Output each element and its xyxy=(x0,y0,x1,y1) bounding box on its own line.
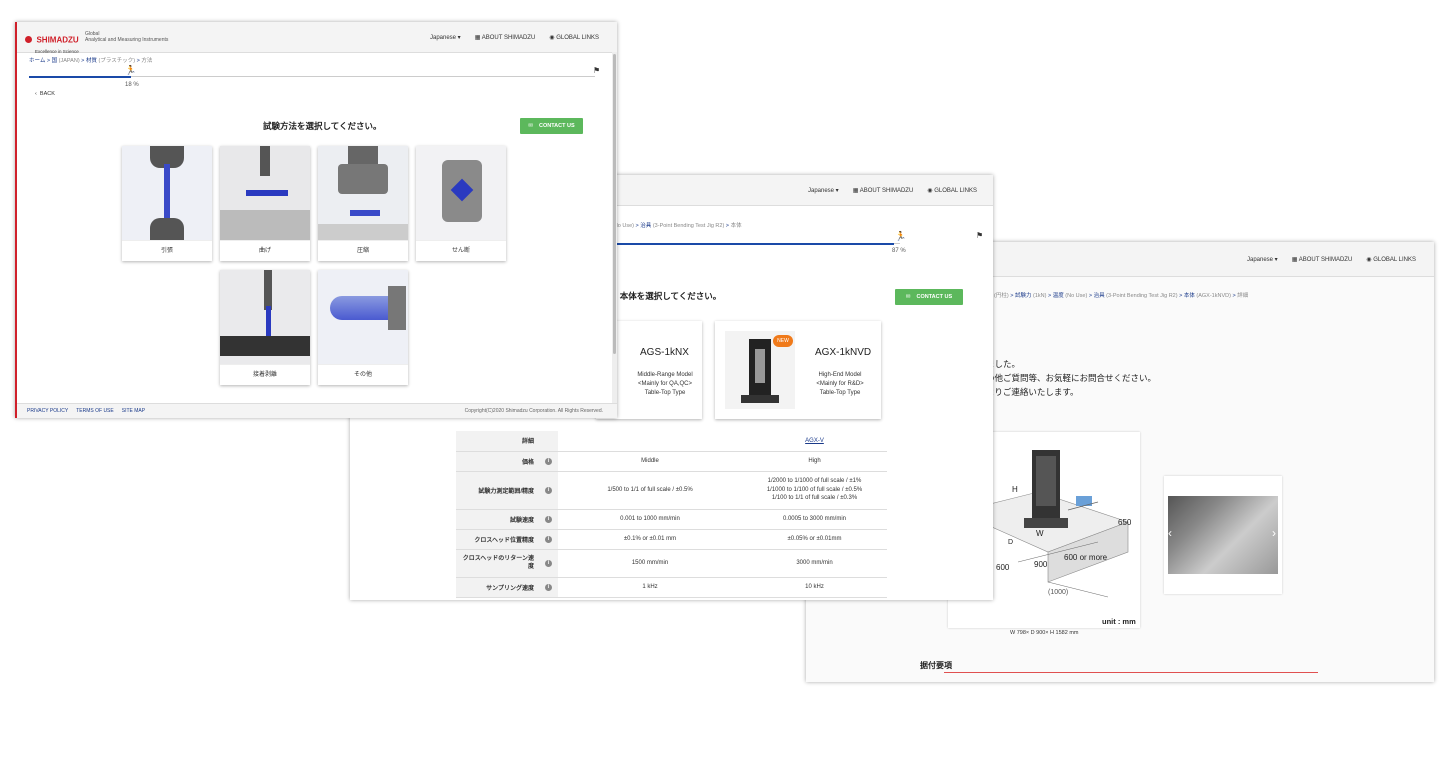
back-button[interactable]: ‹ BACK xyxy=(35,91,55,97)
language-select[interactable]: Japanese ▾ xyxy=(430,34,461,41)
method-card-bending[interactable]: 曲げ xyxy=(220,146,310,261)
compression-photo xyxy=(318,146,408,241)
info-icon[interactable]: i xyxy=(545,535,552,543)
bending-photo xyxy=(220,146,310,241)
peel-photo xyxy=(220,270,310,365)
table-row: 詳細 AGX-V xyxy=(456,431,887,452)
mail-icon: ✉ xyxy=(905,294,911,300)
method-card-tension[interactable]: 引張 xyxy=(122,146,212,261)
dim-600: 600 xyxy=(996,563,1010,572)
about-link[interactable]: ▦ ABOUT SHIMADZU xyxy=(475,34,536,41)
question-title: 試験方法を選択してください。 xyxy=(263,121,382,131)
model-desc: High-End Model <Mainly for R&D> Table-Top … xyxy=(816,372,864,396)
new-badge: NEW xyxy=(773,335,793,347)
footer: PRIVACY POLICY TERMS OF USE SITE MAP Cop… xyxy=(17,403,617,418)
other-photo xyxy=(318,270,408,365)
privacy-link[interactable]: PRIVACY POLICY xyxy=(27,408,68,414)
grid-icon: ▦ xyxy=(1291,257,1298,263)
section-title: 据付要項 xyxy=(920,661,952,670)
dim-d: D xyxy=(1008,539,1013,546)
chevron-left-icon: ‹ xyxy=(35,91,37,97)
table-row: 試験速度 i 0.001 to 1000 mm/min 0.0005 to 3000 … xyxy=(456,509,887,530)
tension-photo xyxy=(122,146,212,241)
info-icon[interactable]: i xyxy=(545,583,552,591)
spec-table: 詳細 AGX-V 価格 i Middle High 試験力測定範囲/精度 i 1/500 t… xyxy=(456,431,887,598)
copyright: Copyright(C)2020 Shimadzu Corporation. A… xyxy=(464,408,603,414)
breadcrumb: (円柱) > 試験力 (1kN) > 温度 (No Use) > 治具 (3-P… xyxy=(994,293,1249,299)
global-links[interactable]: ◉ GLOBAL LINKS xyxy=(1366,256,1416,263)
method-card-shear[interactable]: せん断 xyxy=(416,146,506,261)
language-select[interactable]: Japanese ▾ xyxy=(808,187,839,194)
model-name: AGX-1kNVD xyxy=(815,347,872,358)
model-card-agx[interactable]: NEW AGX-1kNVD High-End Model <Mainly for … xyxy=(715,321,881,419)
table-row: 価格 i Middle High xyxy=(456,451,887,472)
header: SHIMADZU Excellence in Science Global Ana… xyxy=(17,22,617,54)
globe-icon: ◉ xyxy=(549,35,555,41)
about-link[interactable]: ▦ ABOUT SHIMADZU xyxy=(853,187,914,194)
global-links[interactable]: ◉ GLOBAL LINKS xyxy=(927,187,977,194)
dim-650: 650 xyxy=(1118,518,1132,527)
chevron-left-icon[interactable]: ‹ xyxy=(1168,526,1172,540)
method-card-peel[interactable]: 接着剥離 xyxy=(220,270,310,385)
logo-mark-icon xyxy=(25,36,32,44)
shear-photo xyxy=(416,146,506,241)
table-row: 試験力測定範囲/精度 i 1/500 to 1/1 of full scale / … xyxy=(456,471,887,510)
progress-bar xyxy=(610,243,900,245)
site-name: Global Analytical and Measuring Instrumen… xyxy=(85,31,169,43)
mail-icon: ✉ xyxy=(528,123,533,129)
method-card-other[interactable]: その他 xyxy=(318,270,408,385)
globe-icon: ◉ xyxy=(1366,257,1372,263)
info-icon[interactable]: i xyxy=(545,515,552,523)
globe-icon: ◉ xyxy=(927,188,933,194)
dim-w: W xyxy=(1036,529,1044,538)
breadcrumb: ホーム > 国 (JAPAN) > 材質 (プラスチック) > 方法 xyxy=(29,58,153,64)
language-select[interactable]: Japanese ▾ xyxy=(1247,256,1278,263)
sitemap-link[interactable]: SITE MAP xyxy=(122,408,145,414)
dim-unit: unit : mm xyxy=(1102,617,1136,626)
completion-message: ました。 の他ご質問等、お気軽にお問合せください。 よりご連絡いたします。 xyxy=(986,359,1157,397)
shimadzu-logo[interactable]: SHIMADZU Excellence in Science xyxy=(25,31,79,54)
progress-percent: 87 % xyxy=(892,248,906,254)
progress-bar xyxy=(29,76,595,78)
model-name: AGS-1kNX xyxy=(640,347,689,358)
machine-size: W 798× D 900× H 1582 mm xyxy=(1010,630,1079,636)
dim-h: H xyxy=(1012,485,1018,494)
info-icon[interactable]: i xyxy=(545,559,552,567)
window-method-select: SHIMADZU Excellence in Science Global Ana… xyxy=(15,22,617,418)
table-row: サンプリング速度 i 1 kHz 10 kHz xyxy=(456,577,887,598)
dim-900: 900 xyxy=(1034,560,1048,569)
table-row: クロスヘッドのリターン速度 i 1500 mm/min 3000 mm/min xyxy=(456,549,887,578)
table-row: クロスヘッド位置精度 i ±0.1% or ±0.01 mm ±0.05% or ±0… xyxy=(456,529,887,550)
flag-icon: ⚑ xyxy=(593,66,601,75)
chevron-right-icon[interactable]: › xyxy=(1272,526,1276,540)
grid-icon: ▦ xyxy=(474,35,481,41)
dim-1000: (1000) xyxy=(1048,589,1068,596)
progress-fill xyxy=(29,76,131,78)
photo-carousel[interactable]: ‹ › xyxy=(1164,476,1282,594)
method-card-compression[interactable]: 圧縮 xyxy=(318,146,408,261)
detail-link[interactable]: AGX-V xyxy=(742,431,887,452)
flag-icon: ⚑ xyxy=(976,231,984,240)
progress-fill xyxy=(610,243,895,245)
progress-percent: 18 % xyxy=(125,82,139,88)
terms-link[interactable]: TERMS OF USE xyxy=(76,408,114,414)
info-icon[interactable]: i xyxy=(545,486,552,494)
info-icon[interactable]: i xyxy=(545,457,552,465)
runner-icon: 🏃 xyxy=(125,65,137,75)
model-desc: Middle-Range Model <Mainly for QA,QC> Tabl… xyxy=(637,372,693,396)
contact-us-button[interactable]: ✉ CONTACT US xyxy=(895,289,963,305)
about-link[interactable]: ▦ ABOUT SHIMADZU xyxy=(1292,256,1353,263)
section-underline xyxy=(944,672,1318,673)
runner-icon: 🏃 xyxy=(895,231,907,241)
scrollbar[interactable] xyxy=(612,52,617,404)
global-links[interactable]: ◉ GLOBAL LINKS xyxy=(549,34,599,41)
dim-more: 600 or more xyxy=(1064,553,1108,562)
grid-icon: ▦ xyxy=(852,188,859,194)
breadcrumb: (No Use) > 治具 (3-Point Bending Test Jig … xyxy=(612,223,742,229)
contact-us-button[interactable]: ✉ CONTACT US xyxy=(520,118,583,134)
